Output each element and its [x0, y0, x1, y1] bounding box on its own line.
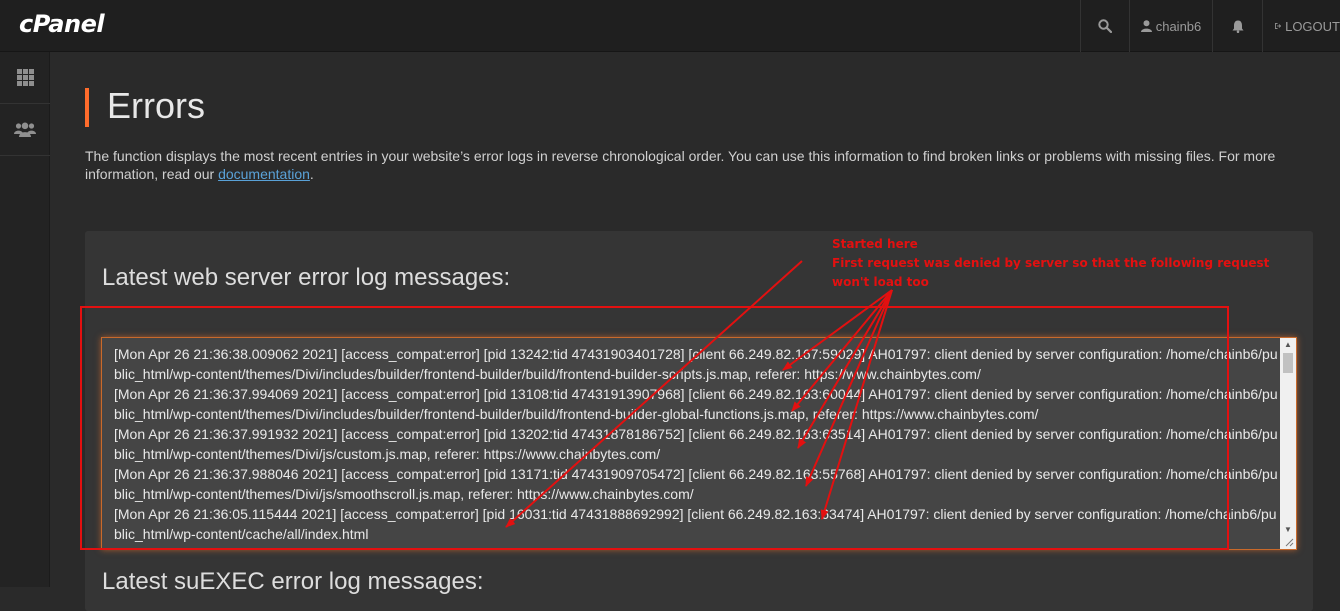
error-log-content: [Mon Apr 26 21:36:38.009062 2021] [acces…: [114, 344, 1279, 544]
log-entry: [Mon Apr 26 21:36:37.991932 2021] [acces…: [114, 426, 1278, 462]
top-bar: cPanel chainb6 LOGOUT: [0, 0, 1340, 52]
log-scrollbar[interactable]: ▲ ▼: [1280, 338, 1296, 549]
scroll-up-icon[interactable]: ▲: [1280, 338, 1296, 352]
title-accent-bar: [85, 88, 89, 127]
cpanel-logo[interactable]: cPanel: [19, 10, 105, 38]
main-content: Errors The function displays the most re…: [51, 52, 1340, 611]
grid-icon: [16, 69, 34, 86]
description-end: .: [309, 166, 314, 182]
logout-icon: [1275, 23, 1282, 29]
log-entry: [Mon Apr 26 21:36:38.009062 2021] [acces…: [114, 346, 1278, 382]
search-button[interactable]: [1080, 0, 1129, 52]
users-icon: [14, 122, 36, 137]
sidebar: [0, 52, 50, 587]
page-description: The function displays the most recent en…: [85, 147, 1305, 183]
page-title: Errors: [107, 85, 205, 126]
bell-icon: [1232, 20, 1243, 33]
notifications-button[interactable]: [1212, 0, 1262, 52]
logout-label: LOGOUT: [1285, 18, 1340, 34]
scroll-thumb[interactable]: [1283, 353, 1293, 373]
user-menu-button[interactable]: chainb6: [1129, 0, 1212, 52]
top-nav: chainb6 LOGOUT: [1080, 0, 1340, 52]
scroll-down-icon[interactable]: ▼: [1280, 523, 1296, 537]
log-entry: [Mon Apr 26 21:36:05.115444 2021] [acces…: [114, 506, 1277, 542]
sidebar-item-users[interactable]: [0, 104, 50, 156]
documentation-link[interactable]: documentation: [218, 166, 310, 182]
annotation-line: won't load too: [832, 275, 929, 289]
log-entry: [Mon Apr 26 21:36:37.994069 2021] [acces…: [114, 386, 1278, 422]
username-label: chainb6: [1155, 18, 1202, 34]
resize-grip-icon[interactable]: [1284, 537, 1294, 547]
annotation-line: First request was denied by server so th…: [832, 256, 1270, 270]
error-log-textarea[interactable]: [Mon Apr 26 21:36:38.009062 2021] [acces…: [101, 337, 1297, 550]
annotation-line: Started here: [832, 237, 918, 251]
log-entry: [Mon Apr 26 21:36:37.988046 2021] [acces…: [114, 466, 1278, 502]
search-icon: [1098, 19, 1112, 33]
logout-button[interactable]: LOGOUT: [1262, 0, 1340, 52]
error-log-heading: Latest web server error log messages:: [102, 264, 511, 291]
suexec-log-heading: Latest suEXEC error log messages:: [102, 568, 484, 595]
user-icon: [1140, 20, 1152, 32]
annotation-note: Started here First request was denied by…: [832, 235, 1269, 292]
sidebar-item-tools[interactable]: [0, 52, 50, 104]
